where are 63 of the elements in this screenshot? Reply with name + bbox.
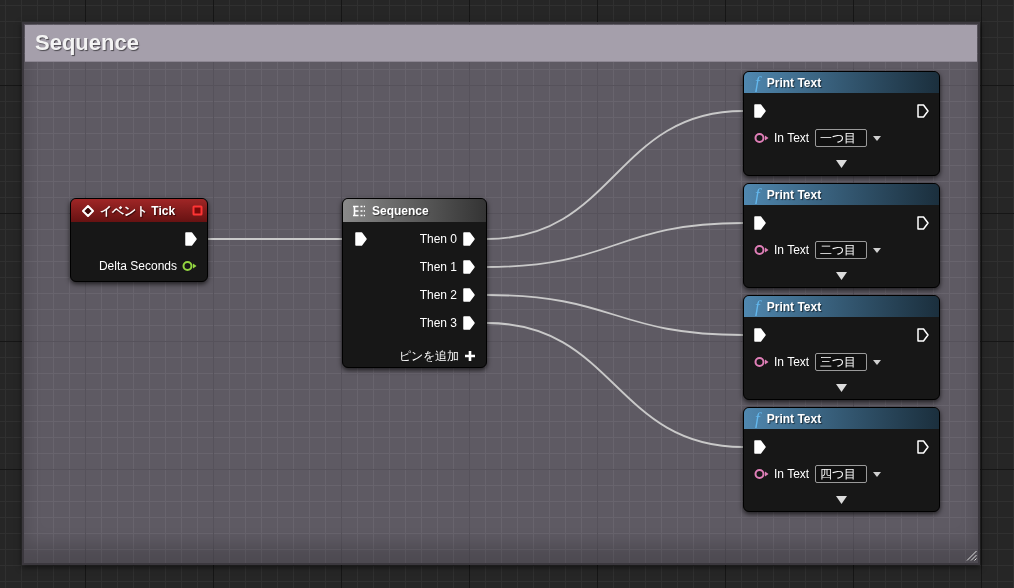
exec-pin-icon[interactable] [754,104,766,118]
print-text-node[interactable]: f Print Text In Text 四つ目 [743,407,940,512]
exec-pin-icon[interactable] [355,232,367,246]
exec-pin-icon[interactable] [917,216,929,230]
pin-label: In Text [774,130,810,147]
node-title: イベント Tick [100,202,177,220]
exec-pin-icon[interactable] [463,288,475,302]
function-icon: f [755,298,760,315]
exec-pin-icon[interactable] [463,316,475,330]
add-pin-button[interactable]: ピンを追加 [399,349,475,363]
node-title: Print Text [766,298,822,316]
pin-label: Then 0 [419,231,457,248]
print-text-node[interactable]: f Print Text In Text 一つ目 [743,71,940,176]
function-icon: f [755,186,760,203]
comment-title: Sequence [35,32,139,54]
text-value-field[interactable]: 三つ目 [815,353,868,371]
pin-label: In Text [774,354,810,371]
expand-arrow-icon[interactable] [836,384,847,392]
data-pin-icon[interactable] [754,132,769,144]
pin-label: In Text [774,466,810,483]
node-title: Print Text [766,74,822,92]
dropdown-caret-icon[interactable] [873,135,882,141]
function-icon: f [755,74,760,91]
exec-pin-icon[interactable] [185,232,197,246]
pin-label: In Text [774,242,810,259]
expand-arrow-icon[interactable] [836,160,847,168]
event-node[interactable]: イベント Tick Delta Seconds [70,198,208,282]
data-pin-icon[interactable] [182,260,197,272]
node-title: Print Text [766,410,822,428]
data-pin-icon[interactable] [754,356,769,368]
sequence-icon [352,204,366,217]
expand-arrow-icon[interactable] [836,496,847,504]
resize-grip-icon[interactable] [964,548,977,561]
exec-pin-icon[interactable] [917,104,929,118]
diamond-icon [82,204,94,217]
expand-arrow-icon[interactable] [836,272,847,280]
exec-pin-icon[interactable] [917,328,929,342]
dropdown-caret-icon[interactable] [873,247,882,253]
exec-pin-icon[interactable] [463,260,475,274]
sequence-node[interactable]: Sequence Then 0 Then 1 Then 2 Then 3 ピンを追加 [342,198,487,368]
dropdown-caret-icon[interactable] [873,359,882,365]
exec-pin-icon[interactable] [917,440,929,454]
print-text-node[interactable]: f Print Text In Text 三つ目 [743,295,940,400]
print-text-node[interactable]: f Print Text In Text 二つ目 [743,183,940,288]
square-pin-icon[interactable] [192,205,203,216]
dropdown-caret-icon[interactable] [873,471,882,477]
exec-pin-icon[interactable] [754,328,766,342]
node-title: Sequence [372,202,429,220]
data-pin-icon[interactable] [754,244,769,256]
exec-pin-icon[interactable] [754,440,766,454]
pin-label: Then 3 [419,315,457,332]
text-value-field[interactable]: 二つ目 [815,241,868,259]
data-pin-icon[interactable] [754,468,769,480]
function-icon: f [755,410,760,427]
plus-icon [465,351,475,361]
pin-label: Then 2 [419,287,457,304]
text-value-field[interactable]: 四つ目 [815,465,868,483]
node-title: Print Text [766,186,822,204]
exec-pin-icon[interactable] [463,232,475,246]
text-value-field[interactable]: 一つ目 [815,129,868,147]
exec-pin-icon[interactable] [754,216,766,230]
pin-label: Delta Seconds [98,258,177,275]
pin-label: Then 1 [419,259,457,276]
